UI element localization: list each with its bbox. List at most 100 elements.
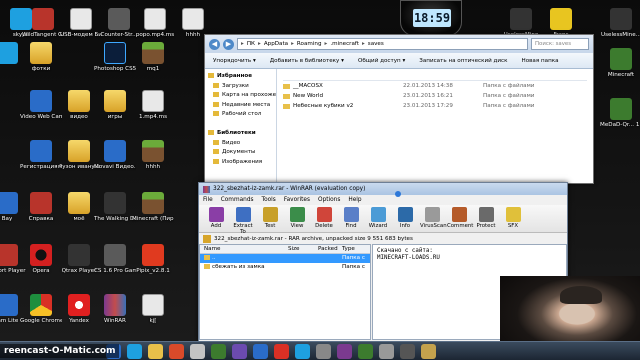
file-name: __MACOSX xyxy=(283,81,403,91)
desktop-icon[interactable]: Bay xyxy=(0,192,28,236)
toolbar-button[interactable]: SFX xyxy=(501,206,525,231)
breadcrumb-item[interactable]: AppData xyxy=(264,41,288,47)
nav-item[interactable]: Видео xyxy=(205,139,276,149)
toolbar-button[interactable]: Упорядочить ▾ xyxy=(213,58,256,64)
desktop-icon[interactable] xyxy=(0,42,28,86)
file-row[interactable]: Небесные кубики v2 23.01.2013 17:29 Папка … xyxy=(283,101,587,111)
taskbar-app-icon[interactable] xyxy=(274,343,289,359)
menu-item[interactable]: File xyxy=(203,195,213,205)
explorer-window[interactable]: ◀ ▶ ▸ ПК ▸ AppData ▸ Roaming ▸ .minecraft ▸ saves… xyxy=(204,34,594,184)
winrar-title-bar[interactable]: 322_sbezhat-iz-zamk.rar - WinRAR (evalua… xyxy=(199,183,567,195)
nav-item[interactable]: Недавние места xyxy=(205,101,276,111)
menu-item[interactable]: Commands xyxy=(221,195,254,205)
desktop-icon[interactable]: Minecraft xyxy=(600,48,640,92)
breadcrumb-item[interactable]: ПК xyxy=(247,41,255,47)
toolbar-button[interactable]: Test xyxy=(258,206,282,231)
desktop-icon[interactable]: The Walking Dead - Epis... xyxy=(94,192,136,236)
taskbar-app-icon[interactable] xyxy=(127,343,142,359)
desktop-icon[interactable]: MeDaD-Qr... 1.6 2012 xyxy=(600,98,640,142)
nav-item[interactable]: Изображения xyxy=(205,158,276,168)
desktop-icon[interactable]: Video Web Camera xyxy=(20,90,62,134)
desktop-icon[interactable]: mq1 xyxy=(132,42,174,86)
taskbar-app-icon[interactable] xyxy=(253,343,268,359)
toolbar-button[interactable]: Info xyxy=(393,206,417,231)
toolbar-button[interactable]: Extract To xyxy=(231,206,255,235)
toolbar-button[interactable]: Записать на оптический диск xyxy=(419,58,507,64)
taskbar-app-icon[interactable] xyxy=(316,343,331,359)
file-row[interactable]: New World 23.01.2013 16:21 Папка с файлами xyxy=(283,91,587,101)
toolbar-button[interactable]: Protect xyxy=(474,206,498,231)
desktop-icon-label: Pipix_v2.8.1 xyxy=(136,268,170,274)
archive-packed xyxy=(318,263,342,272)
taskbar-app-icon[interactable] xyxy=(169,343,184,359)
toolbar-button[interactable]: Wizard xyxy=(366,206,390,231)
toolbar-button[interactable]: Find xyxy=(339,206,363,231)
desktop-icon[interactable]: Pipix_v2.8.1 xyxy=(132,244,174,288)
toolbar-button[interactable]: Comment xyxy=(447,206,473,231)
nav-item[interactable]: Карта на прохоже xyxy=(205,91,276,101)
archive-row[interactable]: сбежать из замка Папка с xyxy=(200,263,370,272)
pipix-icon xyxy=(142,244,164,266)
taskbar-app-icon[interactable] xyxy=(211,343,226,359)
toolbar-button-label: Extract To xyxy=(233,223,253,235)
desktop-icon[interactable]: Movavi Видео... xyxy=(94,140,136,184)
taskbar-app-icon[interactable] xyxy=(337,343,352,359)
column-header[interactable]: Packed xyxy=(318,245,342,254)
nav-item[interactable]: Загрузки xyxy=(205,82,276,92)
menu-item[interactable]: Options xyxy=(318,195,340,205)
toolbar-button[interactable]: Add xyxy=(204,206,228,231)
column-header[interactable]: Name xyxy=(204,245,288,254)
desktop-icon[interactable]: 1.mp4.ms xyxy=(132,90,174,134)
desktop-icon[interactable]: CS 1.6 Pro Game xyxy=(94,244,136,288)
forward-arrow-icon[interactable]: ▶ xyxy=(223,38,234,50)
desktop-icon[interactable]: kj[ xyxy=(132,294,174,338)
archive-row[interactable]: .. Папка с xyxy=(200,254,370,263)
desktop-icon[interactable]: UselessMine... xyxy=(600,8,640,52)
nav-item[interactable]: Документы xyxy=(205,148,276,158)
breadcrumb-item[interactable]: Roaming xyxy=(297,41,322,47)
menu-item[interactable]: Tools xyxy=(262,195,276,205)
column-header[interactable]: Size xyxy=(288,245,318,254)
desktop-icon[interactable]: osport Player xyxy=(0,244,28,288)
winrar-file-list[interactable]: Name Size Packed Type.. Папка с сбежать из за… xyxy=(199,244,371,340)
search-input[interactable]: Поиск: saves xyxy=(531,38,589,50)
taskbar-app-icon[interactable] xyxy=(190,343,205,359)
back-arrow-icon[interactable]: ◀ xyxy=(209,38,220,50)
address-bar[interactable]: ▸ ПК ▸ AppData ▸ Roaming ▸ .minecraft ▸ saves xyxy=(237,38,528,50)
file-row[interactable]: __MACOSX 22.01.2013 14:38 Папка с файлами xyxy=(283,81,587,91)
desktop-icon[interactable]: Minecraft (Пиратка) xyxy=(132,192,174,236)
breadcrumb-item[interactable]: saves xyxy=(368,41,384,47)
toolbar-button[interactable]: VirusScan xyxy=(420,206,447,231)
menu-item[interactable]: Help xyxy=(348,195,361,205)
toolbar-button[interactable]: Delete xyxy=(312,206,336,231)
taskbar-app-icon[interactable] xyxy=(379,343,394,359)
desktop-icon[interactable]: игры xyxy=(94,90,136,134)
taskbar-app-icon[interactable] xyxy=(295,343,310,359)
desktop-icon[interactable]: Регистрация Packard Bell xyxy=(20,140,62,184)
find-icon xyxy=(343,207,359,222)
star-icon xyxy=(208,73,214,78)
desktop-icon-label: Video Web Camera xyxy=(20,114,62,120)
taskbar-app-icon[interactable] xyxy=(358,343,373,359)
nav-item[interactable]: Избранное xyxy=(205,72,276,82)
up-folder-icon[interactable] xyxy=(203,234,211,243)
nav-item[interactable]: Рабочий стол xyxy=(205,110,276,120)
nav-item[interactable] xyxy=(205,120,276,130)
taskbar-app-icon[interactable] xyxy=(421,343,436,359)
toolbar-button[interactable]: Новая папка xyxy=(521,58,558,64)
column-header[interactable]: Type xyxy=(342,245,370,254)
desktop-icon[interactable]: hhhh xyxy=(132,140,174,184)
taskbar-app-icon[interactable] xyxy=(232,343,247,359)
menu-item[interactable]: Favorites xyxy=(284,195,310,205)
desktop-icon[interactable]: inm Lite xyxy=(0,294,28,338)
nav-item[interactable]: Библиотеки xyxy=(205,129,276,139)
desktop-icon[interactable]: Photoshop CS5 xyxy=(94,42,136,86)
taskbar-app-icon[interactable] xyxy=(148,343,163,359)
toolbar-button[interactable]: Общий доступ ▾ xyxy=(358,58,405,64)
toolbar-button-label: View xyxy=(290,223,304,229)
taskbar-app-icon[interactable] xyxy=(400,343,415,359)
breadcrumb-item[interactable]: .minecraft xyxy=(330,41,359,47)
toolbar-button[interactable]: Добавить в библиотеку ▾ xyxy=(270,58,344,64)
desktop-icon[interactable]: WinRAR xyxy=(94,294,136,338)
toolbar-button[interactable]: View xyxy=(285,206,309,231)
